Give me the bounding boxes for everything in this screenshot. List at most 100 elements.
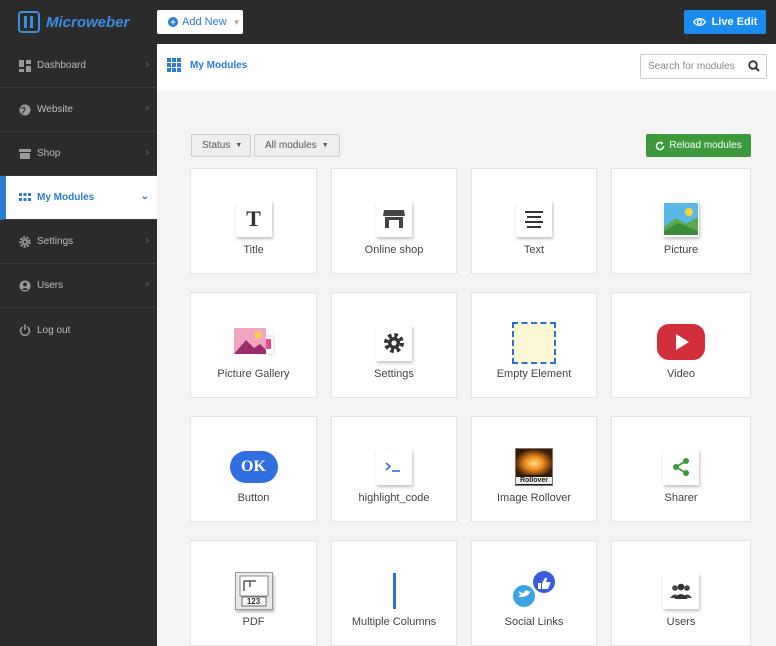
module-label: Multiple Columns: [351, 616, 437, 628]
sidebar-item-logout[interactable]: Log out: [0, 308, 157, 352]
module-card-users[interactable]: Users: [611, 540, 751, 646]
search-input[interactable]: [641, 55, 741, 78]
module-card-empty-element[interactable]: Empty Element: [471, 292, 597, 398]
eye-icon: [692, 17, 706, 27]
rollover-icon-text: Rollover: [516, 477, 552, 484]
settings-gear-icon: [376, 325, 412, 361]
sidebar-item-settings[interactable]: Settings ›: [0, 220, 157, 264]
picture-icon: [663, 201, 699, 237]
sidebar-item-label: Log out: [37, 324, 71, 336]
module-card-picture[interactable]: Picture: [611, 168, 751, 274]
module-label: Sharer: [664, 492, 698, 504]
sidebar-item-label: Shop: [37, 148, 61, 159]
pdf-icon-text: 123: [246, 597, 261, 606]
gear-icon: [19, 235, 31, 248]
module-card-highlight-code[interactable]: highlight_code: [331, 416, 457, 522]
module-label: PDF: [242, 616, 265, 628]
chevron-down-icon: ▼: [232, 17, 241, 27]
sidebar-item-shop[interactable]: Shop ›: [0, 132, 157, 176]
microweber-logo-icon: [18, 11, 40, 33]
user-icon: [19, 280, 31, 291]
top-bar: Microweber + Add New ▼ Live Edit: [0, 0, 776, 44]
module-card-text[interactable]: Text: [471, 168, 597, 274]
module-card-sharer[interactable]: Sharer: [611, 416, 751, 522]
modules-filter-label: All modules: [265, 140, 317, 151]
chevron-right-icon: ›: [145, 147, 149, 158]
module-label: highlight_code: [358, 492, 430, 504]
globe-icon: [19, 104, 31, 115]
status-filter-dropdown[interactable]: Status ▼: [191, 134, 251, 157]
logo[interactable]: Microweber: [18, 11, 129, 33]
module-label: Empty Element: [496, 368, 572, 380]
page-header: My Modules: [157, 44, 776, 90]
module-card-multiple-columns[interactable]: Multiple Columns: [331, 540, 457, 646]
reload-modules-button[interactable]: Reload modules: [646, 134, 751, 157]
caret-down-icon: ▼: [321, 142, 329, 149]
page-title-text: My Modules: [190, 59, 248, 71]
module-label: Title: [243, 244, 264, 256]
module-label: Text: [523, 244, 545, 256]
module-card-video[interactable]: Video: [611, 292, 751, 398]
title-icon: T: [235, 201, 272, 237]
sidebar-item-label: My Modules: [37, 192, 95, 203]
code-prompt-icon: [376, 449, 412, 485]
modules-filter-dropdown[interactable]: All modules ▼: [254, 134, 340, 157]
status-filter-label: Status: [202, 140, 231, 151]
ok-icon-text: OK: [241, 458, 266, 475]
module-label: Video: [667, 368, 695, 380]
chevron-right-icon: ›: [145, 279, 149, 290]
pdf-icon: 123: [234, 572, 273, 610]
live-edit-button[interactable]: Live Edit: [684, 10, 766, 34]
sidebar-item-website[interactable]: Website ›: [0, 88, 157, 132]
module-label: Picture: [663, 244, 699, 256]
module-label: Settings: [374, 368, 414, 380]
module-label: Button: [237, 492, 270, 504]
empty-element-icon: [512, 322, 556, 364]
search-box: [640, 54, 767, 79]
shop-icon: [19, 148, 31, 159]
power-icon: [19, 324, 31, 336]
search-icon[interactable]: [748, 60, 760, 72]
sidebar-item-dashboard[interactable]: Dashboard ›: [0, 44, 157, 88]
module-card-button[interactable]: OK Button: [190, 416, 317, 522]
module-card-picture-gallery[interactable]: Picture Gallery: [190, 292, 317, 398]
modules-grid-icon: [167, 58, 181, 72]
module-label: Users: [666, 616, 696, 628]
chevron-right-icon: ›: [145, 59, 149, 70]
plus-circle-icon: +: [168, 17, 178, 27]
text-icon: [516, 201, 552, 237]
refresh-icon: [656, 141, 665, 150]
online-shop-icon: [376, 201, 412, 237]
picture-gallery-icon: [232, 327, 276, 359]
users-group-icon: [663, 573, 699, 609]
add-new-label: Add New: [182, 16, 227, 28]
sidebar-item-my-modules[interactable]: My Modules ⌄: [0, 176, 157, 220]
chevron-right-icon: ›: [145, 235, 149, 246]
module-card-social-links[interactable]: Social Links: [471, 540, 597, 646]
image-rollover-icon: Rollover: [515, 448, 553, 486]
share-icon: [663, 449, 699, 485]
module-label: Social Links: [504, 616, 564, 628]
add-new-button[interactable]: + Add New ▼: [157, 10, 243, 34]
dashboard-icon: [19, 59, 31, 72]
module-card-online-shop[interactable]: Online shop: [331, 168, 457, 274]
module-card-title[interactable]: T Title: [190, 168, 317, 274]
modules-grid-icon: [19, 192, 31, 201]
sidebar-item-label: Users: [37, 280, 64, 291]
caret-down-icon: ▼: [235, 142, 243, 149]
sidebar-item-label: Website: [37, 104, 73, 115]
module-label: Picture Gallery: [217, 368, 290, 380]
page-title: My Modules: [167, 58, 247, 72]
ok-button-icon: OK: [229, 451, 278, 483]
chevron-right-icon: ›: [145, 103, 149, 114]
sidebar-item-label: Settings: [37, 236, 74, 247]
social-links-icon: [510, 570, 558, 613]
columns-icon: [392, 573, 396, 609]
live-edit-label: Live Edit: [711, 16, 758, 28]
module-card-pdf[interactable]: 123 PDF: [190, 540, 317, 646]
sidebar: Dashboard › Website › Shop › My Modules …: [0, 44, 157, 646]
video-play-icon: [657, 323, 705, 363]
module-card-settings[interactable]: Settings: [331, 292, 457, 398]
sidebar-item-users[interactable]: Users ›: [0, 264, 157, 308]
module-card-image-rollover[interactable]: Rollover Image Rollover: [471, 416, 597, 522]
